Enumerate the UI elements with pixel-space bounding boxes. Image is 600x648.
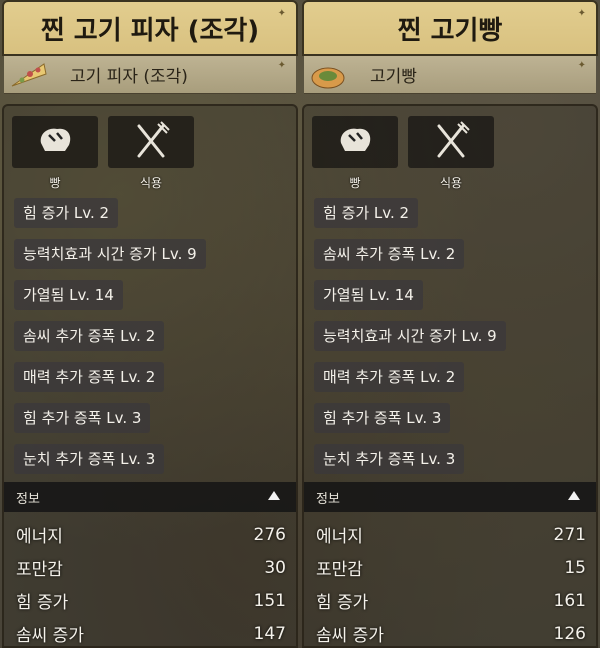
category-buttons: 빵 식용	[312, 116, 494, 191]
effects-list: 힘 증가 Lv. 2 솜씨 추가 증폭 Lv. 2 가열됨 Lv. 14 능력치…	[314, 198, 506, 485]
stat-label: 포만감	[316, 560, 363, 580]
effect-item[interactable]: 가열됨 Lv. 14	[314, 280, 423, 310]
effect-item[interactable]: 능력치효과 시간 증가 Lv. 9	[314, 321, 506, 351]
sparkle-icon: ✦	[577, 8, 586, 19]
stat-row: 솜씨 증가 147	[16, 617, 286, 648]
bread-icon	[335, 123, 375, 161]
ingredient-row[interactable]: 고기 피자 (조각) ✦	[4, 56, 296, 94]
sparkle-icon: ✦	[277, 60, 286, 71]
stat-row: 힘 증가 161	[316, 584, 586, 617]
stat-row: 솜씨 증가 126	[316, 617, 586, 648]
item-details: 빵 식용 힘 증가 Lv. 2 능력치효과 시간 증가 Lv. 9 가열됨 Lv…	[2, 104, 298, 648]
stat-row: 에너지 271	[316, 518, 586, 551]
stat-row: 에너지 276	[16, 518, 286, 551]
ingredient-row[interactable]: 고기빵 ✦	[304, 56, 596, 94]
info-section-header[interactable]: 정보	[4, 482, 296, 512]
stat-label: 에너지	[316, 527, 363, 547]
stat-label: 에너지	[16, 527, 63, 547]
effect-item[interactable]: 가열됨 Lv. 14	[14, 280, 123, 310]
stat-row: 포만감 15	[316, 551, 586, 584]
item-title: 찐 고기 피자 (조각)	[40, 15, 260, 46]
effect-item[interactable]: 힘 추가 증폭 Lv. 3	[314, 403, 451, 433]
effect-item[interactable]: 눈치 추가 증폭 Lv. 3	[14, 444, 165, 474]
stats-list: 에너지 276 포만감 30 힘 증가 151 솜씨 증가 147	[16, 518, 286, 648]
info-section-header[interactable]: 정보	[304, 482, 596, 512]
collapse-triangle-icon[interactable]	[568, 491, 580, 500]
effects-list: 힘 증가 Lv. 2 능력치효과 시간 증가 Lv. 9 가열됨 Lv. 14 …	[14, 198, 206, 485]
pizza-slice-icon	[6, 58, 50, 92]
bread-icon	[35, 123, 75, 161]
effect-item[interactable]: 눈치 추가 증폭 Lv. 3	[314, 444, 465, 474]
item-title-bar: 찐 고기 피자 (조각) ✦	[2, 0, 298, 56]
stat-value: 161	[553, 590, 586, 611]
bread-button[interactable]	[12, 116, 98, 168]
fork-knife-icon	[431, 120, 471, 164]
meat-bun-icon	[306, 58, 350, 92]
stat-value: 151	[253, 590, 286, 611]
fork-knife-icon	[131, 120, 171, 164]
effect-item[interactable]: 힘 증가 Lv. 2	[314, 198, 419, 228]
stat-value: 126	[553, 623, 586, 644]
sparkle-icon: ✦	[577, 60, 586, 71]
category-bread[interactable]: 빵	[12, 116, 98, 191]
effect-item[interactable]: 솜씨 추가 증폭 Lv. 2	[14, 321, 165, 351]
edible-button[interactable]	[408, 116, 494, 168]
ingredient-label: 고기빵	[370, 67, 417, 87]
effect-item[interactable]: 매력 추가 증폭 Lv. 2	[314, 362, 465, 392]
item-title-bar: 찐 고기빵 ✦	[302, 0, 598, 56]
stat-label: 솜씨 증가	[316, 626, 384, 646]
stat-label: 포만감	[16, 560, 63, 580]
edible-label: 식용	[439, 176, 463, 190]
effect-item[interactable]: 힘 추가 증폭 Lv. 3	[14, 403, 151, 433]
bread-label: 빵	[349, 176, 361, 190]
item-title: 찐 고기빵	[397, 15, 503, 46]
stat-value: 30	[264, 557, 286, 578]
collapse-triangle-icon[interactable]	[268, 491, 280, 500]
ingredient-label: 고기 피자 (조각)	[70, 67, 188, 87]
stats-list: 에너지 271 포만감 15 힘 증가 161 솜씨 증가 126	[316, 518, 586, 648]
stat-row: 포만감 30	[16, 551, 286, 584]
category-edible[interactable]: 식용	[408, 116, 494, 191]
item-details: 빵 식용 힘 증가 Lv. 2 솜씨 추가 증폭 Lv. 2 가열됨 Lv. 1…	[302, 104, 598, 648]
stat-value: 271	[553, 524, 586, 545]
item-panel-left: 찐 고기 피자 (조각) ✦ 고기 피자 (조각) ✦ 빵 식용 힘 증가 Lv…	[2, 0, 298, 648]
stat-value: 147	[253, 623, 286, 644]
effect-item[interactable]: 솜씨 추가 증폭 Lv. 2	[314, 239, 465, 269]
stat-value: 15	[564, 557, 586, 578]
bread-label: 빵	[49, 176, 61, 190]
item-panel-right: 찐 고기빵 ✦ 고기빵 ✦ 빵 식용 힘 증가 Lv. 2 솜씨 추가 증폭 L…	[302, 0, 598, 648]
sparkle-icon: ✦	[277, 8, 286, 19]
stat-label: 솜씨 증가	[16, 626, 84, 646]
info-header-label: 정보	[316, 491, 340, 507]
category-buttons: 빵 식용	[12, 116, 194, 191]
edible-label: 식용	[139, 176, 163, 190]
category-edible[interactable]: 식용	[108, 116, 194, 191]
effect-item[interactable]: 능력치효과 시간 증가 Lv. 9	[14, 239, 206, 269]
effect-item[interactable]: 힘 증가 Lv. 2	[14, 198, 119, 228]
stat-row: 힘 증가 151	[16, 584, 286, 617]
edible-button[interactable]	[108, 116, 194, 168]
stat-label: 힘 증가	[16, 593, 69, 613]
effect-item[interactable]: 매력 추가 증폭 Lv. 2	[14, 362, 165, 392]
stat-label: 힘 증가	[316, 593, 369, 613]
category-bread[interactable]: 빵	[312, 116, 398, 191]
bread-button[interactable]	[312, 116, 398, 168]
stat-value: 276	[253, 524, 286, 545]
info-header-label: 정보	[16, 491, 40, 507]
